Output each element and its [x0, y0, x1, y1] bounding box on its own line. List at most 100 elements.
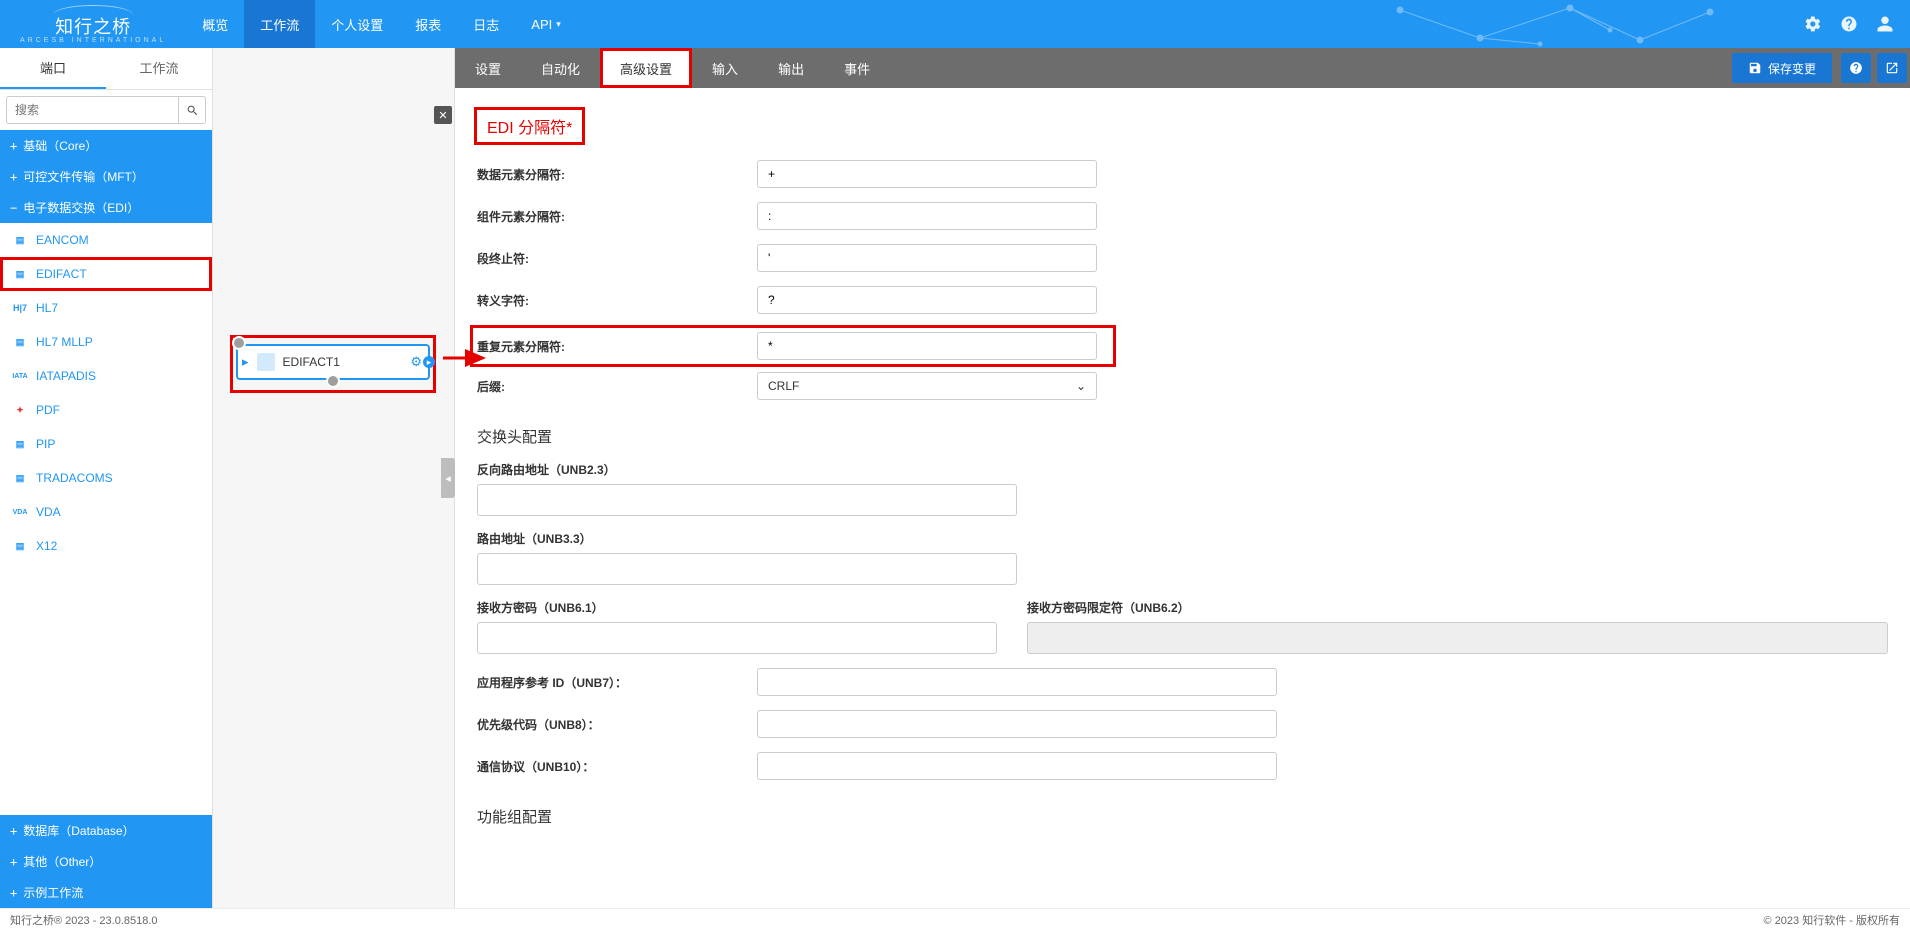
- section-interchange-header: 交换头配置: [477, 426, 1888, 447]
- group-samples[interactable]: +示例工作流: [0, 877, 212, 908]
- form-area: EDI 分隔符* 数据元素分隔符: 组件元素分隔符: 段终止符: 转义字符: 重…: [455, 88, 1910, 908]
- brand-subtitle: ARCESB INTERNATIONAL: [20, 37, 166, 44]
- nav-overview[interactable]: 概览: [186, 0, 244, 48]
- input-unb7[interactable]: [757, 668, 1277, 696]
- tree-item-edifact[interactable]: ▤EDIFACT: [0, 257, 212, 291]
- tree-item-hl7[interactable]: H|7HL7: [0, 291, 212, 325]
- connector-tree: +基础（Core） +可控文件传输（MFT） −电子数据交换（EDI） ▤EAN…: [0, 130, 212, 815]
- section-edi-delimiters: EDI 分隔符*: [477, 110, 582, 142]
- flow-node-highlight: ▸ EDIFACT1 ⚙ ▸: [233, 338, 433, 390]
- tree-item-vda[interactable]: VDAVDA: [0, 495, 212, 529]
- input-unb8[interactable]: [757, 710, 1277, 738]
- row-unb10: 通信协议（UNB10）：: [477, 752, 1888, 780]
- nav-logs[interactable]: 日志: [457, 0, 515, 48]
- tree-item-hl7mllp[interactable]: ▤HL7 MLLP: [0, 325, 212, 359]
- annotation-arrow: [443, 348, 493, 371]
- input-unb61[interactable]: [477, 622, 997, 654]
- tree-item-eancom[interactable]: ▤EANCOM: [0, 223, 212, 257]
- flow-node-edifact1[interactable]: ▸ EDIFACT1 ⚙ ▸: [236, 344, 430, 380]
- tree-item-pip[interactable]: ▤PIP: [0, 427, 212, 461]
- input-escape-char[interactable]: [757, 286, 1097, 314]
- connector-icon: H|7: [12, 300, 28, 316]
- tab-input[interactable]: 输入: [692, 48, 758, 88]
- input-repeat-sep[interactable]: [757, 332, 1097, 360]
- brand-name: 知行之桥: [55, 13, 131, 39]
- row-suffix: 后缀: CRLF ⌄: [477, 372, 1888, 400]
- node-port-top[interactable]: [232, 336, 246, 350]
- input-component-sep[interactable]: [757, 202, 1097, 230]
- popout-button[interactable]: [1877, 53, 1907, 83]
- nav-profile[interactable]: 个人设置: [315, 0, 399, 48]
- label-unb61: 接收方密码（UNB6.1）: [477, 599, 997, 616]
- connector-icon: ▤: [12, 436, 28, 452]
- nav-right: [1804, 15, 1910, 33]
- tree-item-tradacoms[interactable]: ▤TRADACOMS: [0, 461, 212, 495]
- connector-icon: ▤: [12, 334, 28, 350]
- node-port-bottom[interactable]: [326, 374, 340, 388]
- nav-workflow[interactable]: 工作流: [244, 0, 315, 48]
- gear-icon[interactable]: [1804, 15, 1822, 33]
- tab-advanced[interactable]: 高级设置: [600, 48, 692, 88]
- left-tab-workflows[interactable]: 工作流: [106, 48, 212, 89]
- left-tabs: 端口 工作流: [0, 48, 212, 90]
- tree-item-x12[interactable]: ▤X12: [0, 529, 212, 563]
- left-tab-ports[interactable]: 端口: [0, 48, 106, 89]
- tree-item-pdf[interactable]: ✦PDF: [0, 393, 212, 427]
- row-repeat-sep: 重复元素分隔符:: [473, 328, 1113, 364]
- user-icon[interactable]: [1876, 15, 1894, 33]
- pdf-icon: ✦: [12, 402, 28, 418]
- connector-icon: ▤: [12, 232, 28, 248]
- connector-icon: ▤: [12, 470, 28, 486]
- decorative-network: [1390, 0, 1730, 48]
- footer-copyright: © 2023 知行软件 - 版权所有: [1764, 912, 1900, 925]
- node-type-icon: [257, 353, 275, 371]
- row-unb7: 应用程序参考 ID（UNB7）：: [477, 668, 1888, 696]
- input-unb23[interactable]: [477, 484, 1017, 516]
- row-unb8: 优先级代码（UNB8）：: [477, 710, 1888, 738]
- nav-api[interactable]: API▾: [515, 0, 577, 48]
- node-label: EDIFACT1: [283, 355, 411, 369]
- close-panel-button[interactable]: ✕: [434, 106, 452, 124]
- row-data-element-sep: 数据元素分隔符:: [477, 160, 1888, 188]
- group-core[interactable]: +基础（Core）: [0, 130, 212, 161]
- input-unb33[interactable]: [477, 553, 1017, 585]
- right-panel: 设置 自动化 高级设置 输入 输出 事件 保存变更 EDI 分隔符* 数据元素分…: [455, 48, 1910, 908]
- save-button[interactable]: 保存变更: [1732, 53, 1832, 83]
- row-segment-terminator: 段终止符:: [477, 244, 1888, 272]
- input-segment-terminator[interactable]: [757, 244, 1097, 272]
- caret-down-icon: ▾: [556, 19, 561, 30]
- left-panel: 端口 工作流 +基础（Core） +可控文件传输（MFT） −电子数据交换（ED…: [0, 48, 213, 908]
- input-unb10[interactable]: [757, 752, 1277, 780]
- save-icon: [1748, 61, 1762, 75]
- group-database[interactable]: +数据库（Database）: [0, 815, 212, 846]
- search-input[interactable]: [6, 96, 178, 124]
- collapse-handle[interactable]: ◂: [441, 458, 455, 498]
- node-gear-icon[interactable]: ⚙: [410, 354, 422, 370]
- question-icon: [1849, 61, 1863, 75]
- footer-version: 知行之桥® 2023 - 23.0.8518.0: [10, 912, 158, 925]
- help-icon[interactable]: [1840, 15, 1858, 33]
- group-other[interactable]: +其他（Other）: [0, 846, 212, 877]
- tree-item-iatapadis[interactable]: IATAIATAPADIS: [0, 359, 212, 393]
- tab-events[interactable]: 事件: [824, 48, 890, 88]
- section-functional-group: 功能组配置: [477, 806, 1888, 827]
- nav-reports[interactable]: 报表: [399, 0, 457, 48]
- search-button[interactable]: [178, 96, 206, 124]
- group-mft[interactable]: +可控文件传输（MFT）: [0, 161, 212, 192]
- tab-automation[interactable]: 自动化: [521, 48, 600, 88]
- connector-icon: ▤: [12, 266, 28, 282]
- flow-canvas[interactable]: ✕ ▸ EDIFACT1 ⚙ ▸ ◂: [213, 48, 455, 908]
- select-suffix[interactable]: CRLF ⌄: [757, 372, 1097, 400]
- nav-items: 概览 工作流 个人设置 报表 日志 API▾: [186, 0, 577, 48]
- tab-settings[interactable]: 设置: [455, 48, 521, 88]
- group-edi[interactable]: −电子数据交换（EDI）: [0, 192, 212, 223]
- tab-output[interactable]: 输出: [758, 48, 824, 88]
- connector-icon: VDA: [12, 504, 28, 520]
- search-icon: [186, 104, 199, 117]
- input-data-element-sep[interactable]: [757, 160, 1097, 188]
- footer: 知行之桥® 2023 - 23.0.8518.0 © 2023 知行软件 - 版…: [0, 908, 1910, 928]
- tab-help-button[interactable]: [1841, 53, 1871, 83]
- node-output-port[interactable]: ▸: [423, 356, 435, 368]
- connector-icon: IATA: [12, 368, 28, 384]
- top-nav: 知行之桥 ARCESB INTERNATIONAL 概览 工作流 个人设置 报表…: [0, 0, 1910, 48]
